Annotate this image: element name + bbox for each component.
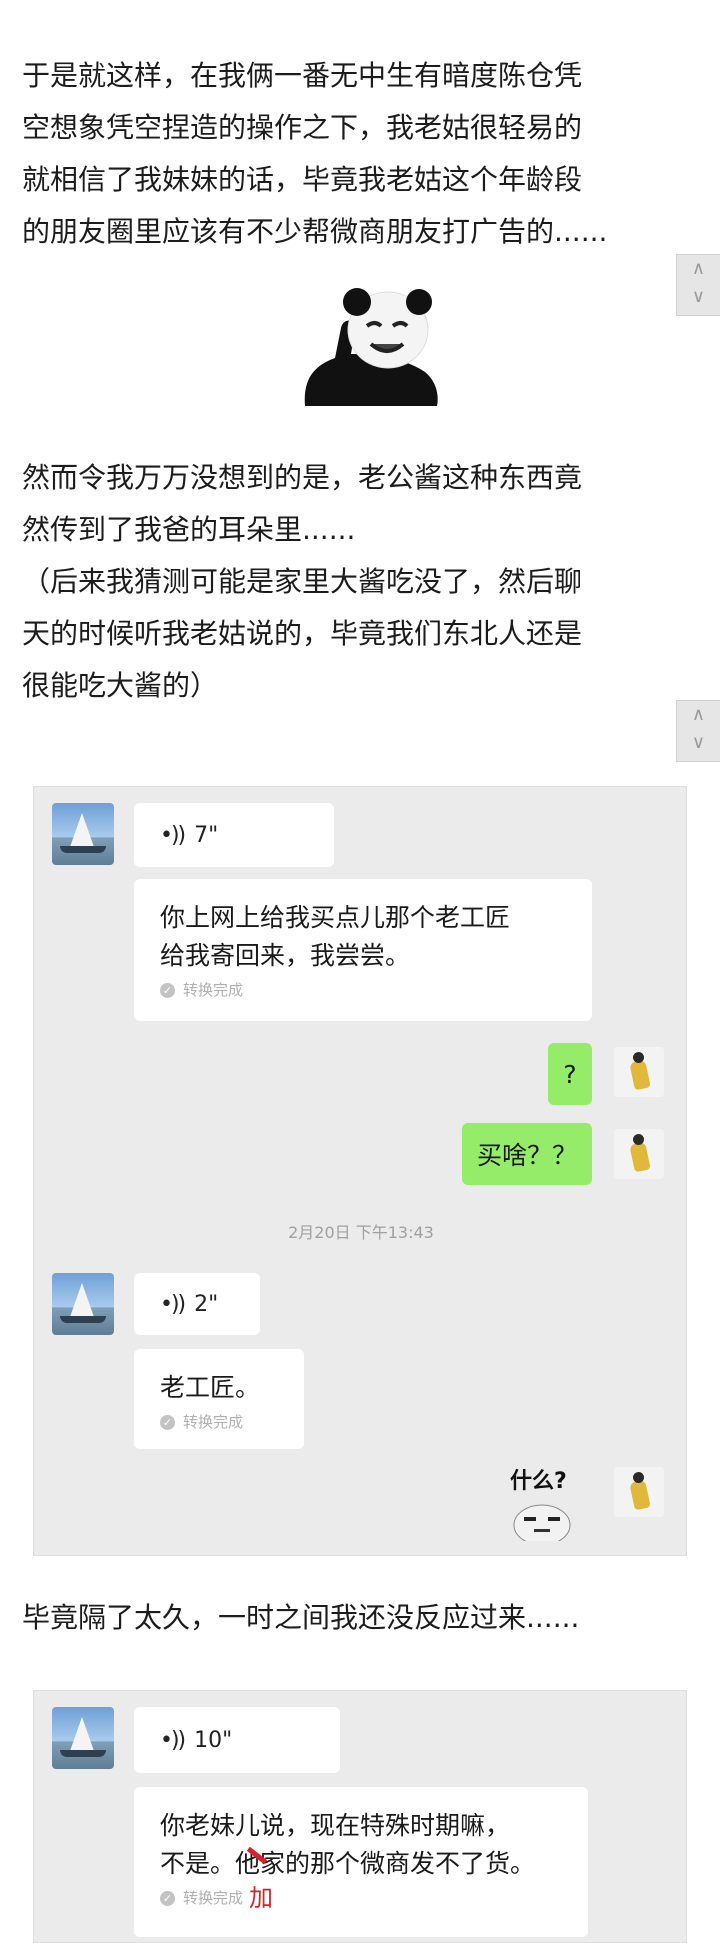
story-paragraph-1: 于是就这样，在我俩一番无中生有暗度陈仓凭 空想象凭空捏造的操作之下，我老姑很轻易… [22,50,682,258]
voice-message-bubble[interactable]: •)) 10" [134,1707,340,1773]
user-avatar[interactable] [614,1467,664,1517]
check-icon: ✓ [160,982,175,998]
voice-wave-icon: •)) [160,1727,186,1753]
paragraph-line: 然而令我万万没想到的是，老公酱这种东西竟 [22,461,583,494]
contact-avatar[interactable] [52,1273,114,1335]
check-icon: ✓ [160,1414,175,1430]
handwritten-correction: 加 [249,1884,274,1912]
voice-transcript-bubble[interactable]: 你上网上给我买点儿那个老工匠 给我寄回来，我尝尝。 ✓ 转换完成 [134,879,592,1021]
transcript-line: 你老妹儿说，现在特殊时期嘛， [160,1811,511,1840]
paragraph-line: 然传到了我爸的耳朵里...... [22,513,356,546]
voice-wave-icon: •)) [160,1291,186,1317]
chat-timestamp: 2月20日 下午13:43 [288,1223,434,1242]
paragraph-line: 就相信了我妹妹的话，毕竟我老姑这个年龄段 [22,163,583,196]
sent-message-bubble[interactable]: 买啥？？ [462,1123,592,1185]
paragraph-line: 很能吃大酱的） [22,669,219,702]
convert-status: ✓ 转换完成 加 [160,1884,562,1912]
chevron-up-icon: ∧ [691,704,706,725]
panda-face-icon [513,1504,571,1541]
paragraph-line: 的朋友圈里应该有不少帮微商朋友打广告的...... [22,215,608,248]
paragraph-line: 天的时候听我老姑说的，毕竟我们东北人还是 [22,617,583,650]
voice-duration: 2" [194,1291,219,1317]
transcript-line: 老工匠。 [160,1373,261,1402]
contact-avatar[interactable] [52,803,114,865]
user-avatar[interactable] [614,1129,664,1179]
chat-screenshot-2: •)) 10" 你老妹儿说，现在特殊时期嘛， 不是。他家的那个微商发不了货。 ✓… [33,1690,687,1943]
convert-status-label: 转换完成 [183,1889,244,1907]
paragraph-line: 于是就这样，在我俩一番无中生有暗度陈仓凭 [22,59,583,92]
check-icon: ✓ [160,1890,175,1906]
voice-duration: 7" [194,822,219,848]
story-paragraph-3: 毕竟隔了太久，一时之间我还没反应过来...... [22,1592,682,1644]
transcript-line: 你上网上给我买点儿那个老工匠 [160,903,511,932]
story-paragraph-2: 然而令我万万没想到的是，老公酱这种东西竟 然传到了我爸的耳朵里...... （后… [22,452,682,712]
contact-avatar[interactable] [52,1707,114,1769]
voice-transcript-bubble[interactable]: 你老妹儿说，现在特殊时期嘛， 不是。他家的那个微商发不了货。 ✓ 转换完成 加 [134,1787,588,1937]
convert-status: ✓ 转换完成 [160,1411,278,1433]
transcript-line: 不是。他家的那个微商发不了货。 [160,1849,536,1878]
voice-message-bubble[interactable]: •)) 2" [134,1273,260,1335]
chevron-down-icon: ∨ [691,286,706,307]
chevron-up-icon: ∧ [691,258,706,279]
transcript-line: 给我寄回来，我尝尝。 [160,941,411,970]
panda-meme-sticker [304,288,438,406]
chat-screenshot-1: •)) 7" 你上网上给我买点儿那个老工匠 给我寄回来，我尝尝。 ✓ 转换完成 … [33,786,687,1556]
paragraph-line: 空想象凭空捏造的操作之下，我老姑很轻易的 [22,111,583,144]
sent-message-bubble[interactable]: ? [548,1043,592,1105]
voice-duration: 10" [194,1727,233,1753]
scroll-side-tab[interactable]: ∧ ∨ [676,700,720,762]
voice-message-bubble[interactable]: •)) 7" [134,803,334,867]
voice-transcript-bubble[interactable]: 老工匠。 ✓ 转换完成 [134,1349,304,1449]
convert-status-label: 转换完成 [183,981,244,999]
panda-sticker-reply[interactable]: 什么? [510,1463,600,1543]
chevron-down-icon: ∨ [691,732,706,753]
scroll-side-tab[interactable]: ∧ ∨ [676,254,720,316]
convert-status-label: 转换完成 [183,1413,244,1431]
paragraph-line: （后来我猜测可能是家里大酱吃没了，然后聊 [22,565,583,598]
voice-wave-icon: •)) [160,822,186,848]
convert-status: ✓ 转换完成 [160,979,566,1001]
paragraph-line: 毕竟隔了太久，一时之间我还没反应过来...... [22,1601,580,1634]
user-avatar[interactable] [614,1047,664,1097]
sticker-caption: 什么? [510,1469,567,1494]
